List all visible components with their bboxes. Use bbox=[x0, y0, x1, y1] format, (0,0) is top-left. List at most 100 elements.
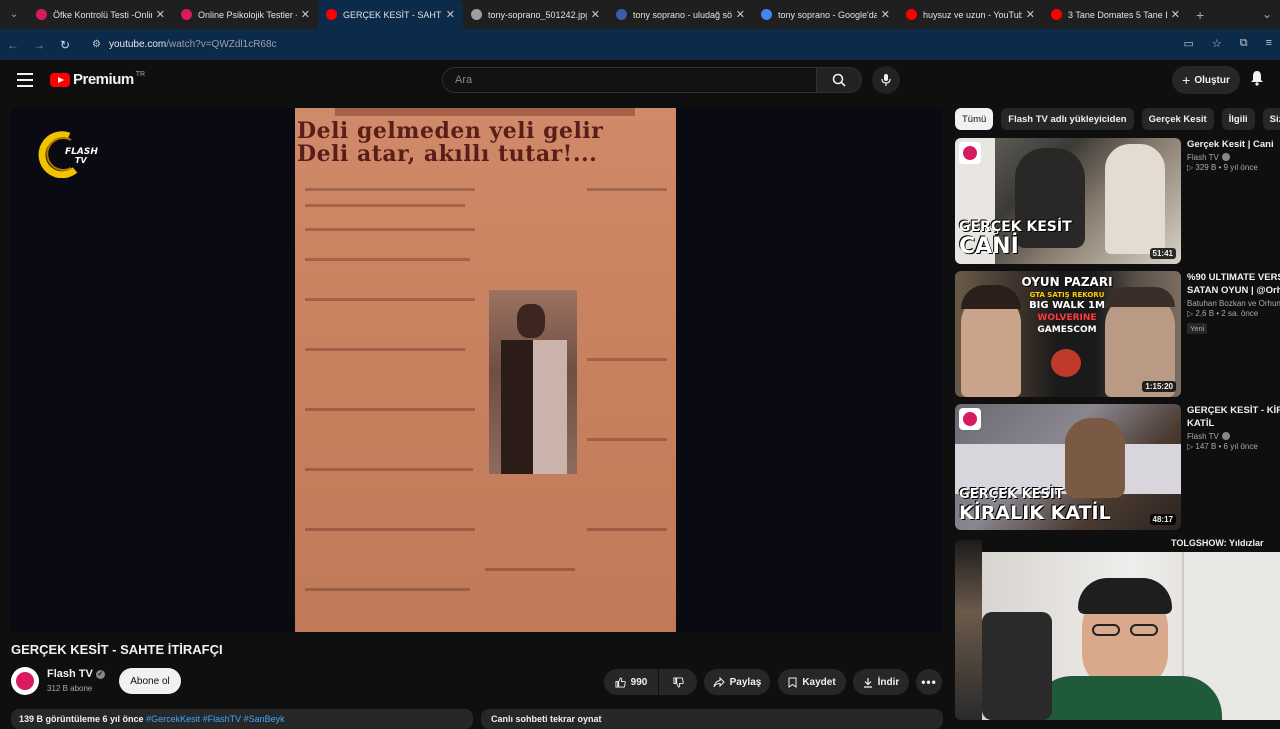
browser-tab[interactable]: Öfke Kontrolü Testi -Onlin ✕ bbox=[28, 0, 173, 29]
site-info-icon[interactable]: ⚙ bbox=[92, 39, 101, 50]
tab-close-icon[interactable]: ✕ bbox=[1171, 8, 1180, 21]
browser-tab[interactable]: huysuz ve uzun - YouTube ✕ bbox=[898, 0, 1043, 29]
newspaper-headline: Deli gelmeden yeli gelir Deli atar, akıll… bbox=[297, 120, 674, 166]
text-line bbox=[485, 568, 575, 571]
logo-word: Premium bbox=[73, 71, 134, 88]
channel-avatar[interactable] bbox=[11, 667, 39, 695]
recommendation-title[interactable]: GERÇEK KESİT - KİRALIK bbox=[1187, 404, 1280, 417]
newspaper-photo bbox=[489, 290, 577, 474]
tab-close-icon[interactable]: ✕ bbox=[881, 8, 890, 21]
filter-chip[interactable]: Flash TV adlı yükleyiciden bbox=[1001, 108, 1134, 130]
browser-tab[interactable]: tony soprano - Google'da ✕ bbox=[753, 0, 898, 29]
video-thumbnail[interactable]: OYUN PAZARI GTA SATIŞ REKORU BIG WALK 1M… bbox=[955, 271, 1181, 397]
browser-tab[interactable]: GERÇEK KESİT - SAHTE İTİ ✕ bbox=[318, 0, 463, 29]
thumbnail-text: WOLVERINE bbox=[1037, 313, 1097, 323]
browser-tab[interactable]: Online Psikolojik Testler - ✕ bbox=[173, 0, 318, 29]
newspaper-frame: Deli gelmeden yeli gelir Deli atar, akıll… bbox=[295, 108, 676, 632]
recommendation-meta[interactable]: Gerçek Kesit | Cani Flash TV ▷ 329 B • 9… bbox=[1187, 138, 1280, 172]
tab-close-icon[interactable]: ✕ bbox=[591, 8, 600, 21]
hashtags[interactable]: #GercekKesit #FlashTV #SanBeyk bbox=[146, 714, 285, 724]
filter-chip[interactable]: Tümü bbox=[955, 108, 994, 130]
forward-icon[interactable]: → bbox=[26, 38, 52, 52]
recommendation-item[interactable]: TOLGSHOW: Yıldızlar bbox=[955, 536, 1280, 552]
recommendation-title[interactable]: %90 ULTIMATE VERSİYON bbox=[1187, 271, 1280, 284]
voice-search-button[interactable] bbox=[872, 66, 900, 94]
channel-name[interactable]: Flash TV bbox=[47, 668, 93, 680]
tab-title: 3 Tane Domates 5 Tane B bbox=[1068, 9, 1167, 20]
youtube-premium-logo[interactable]: Premium TR bbox=[50, 71, 145, 88]
menu-icon[interactable]: ≡ bbox=[1266, 37, 1272, 50]
text-line bbox=[305, 258, 470, 261]
tab-close-icon[interactable]: ✕ bbox=[446, 8, 455, 21]
tab-close-icon[interactable]: ✕ bbox=[736, 8, 745, 21]
address-bar[interactable]: ⚙ youtube.com/watch?v=QWZdl1cR68c bbox=[84, 33, 1164, 56]
filter-chip[interactable]: Sizin için bbox=[1262, 108, 1280, 130]
search-input[interactable]: Ara bbox=[442, 67, 817, 93]
toolbar-actions: ▭ ☆ ⧉ ≡ bbox=[1183, 37, 1272, 50]
search-icon bbox=[832, 73, 846, 87]
thumbnail-text: GERÇEK KESİT bbox=[959, 219, 1072, 235]
text-line bbox=[305, 408, 475, 411]
channel-name-row[interactable]: Flash TV ✓ bbox=[47, 668, 105, 680]
recommendation-title-line2[interactable]: KATİL bbox=[1187, 417, 1280, 430]
tab-favicon-icon bbox=[1051, 9, 1062, 20]
channel-name[interactable]: Flash TV bbox=[1187, 153, 1219, 162]
tab-search-icon[interactable]: ⌄ bbox=[0, 9, 28, 20]
filter-chip[interactable]: Gerçek Kesit bbox=[1141, 108, 1214, 130]
chat-replay-button[interactable]: Canlı sohbeti tekrar oynat bbox=[481, 709, 943, 729]
recommendation-title-line2[interactable]: SATAN OYUN | @OrhunKayaalp ile Ba bbox=[1187, 284, 1280, 297]
install-app-icon[interactable]: ▭ bbox=[1183, 37, 1193, 50]
window-menu-icon[interactable]: ⌄ bbox=[1262, 7, 1272, 21]
views-meta: 139 B görüntüleme 6 yıl önce bbox=[19, 714, 144, 724]
more-actions-button[interactable]: ••• bbox=[916, 669, 942, 695]
share-icon bbox=[713, 676, 725, 687]
like-button[interactable]: 990 bbox=[604, 669, 658, 695]
tab-close-icon[interactable]: ✕ bbox=[1026, 8, 1035, 21]
filter-chip[interactable]: İlgili bbox=[1221, 108, 1255, 130]
text-line bbox=[305, 528, 475, 531]
notifications-bell-icon[interactable] bbox=[1250, 70, 1264, 91]
like-count: 990 bbox=[630, 676, 648, 688]
new-tab-button[interactable]: + bbox=[1196, 7, 1204, 23]
channel-name[interactable]: Flash TV bbox=[1187, 432, 1219, 441]
browser-tab[interactable]: tony-soprano_501242.jpg ✕ bbox=[463, 0, 608, 29]
recommendation-item[interactable]: OYUN PAZARI GTA SATIŞ REKORU BIG WALK 1M… bbox=[955, 271, 1280, 397]
recommendation-meta[interactable]: %90 ULTIMATE VERSİYON SATAN OYUN | @Orhu… bbox=[1187, 271, 1280, 336]
recommendation-title[interactable]: TOLGSHOW: Yıldızlar bbox=[1171, 538, 1264, 548]
tab-favicon-icon bbox=[181, 9, 192, 20]
browser-tab[interactable]: tony soprano - uludağ sö ✕ bbox=[608, 0, 753, 29]
description-box[interactable]: 139 B görüntüleme 6 yıl önce #GercekKesi… bbox=[11, 709, 473, 729]
newspaper-masthead bbox=[335, 108, 635, 116]
video-duration: 1:15:20 bbox=[1142, 381, 1176, 392]
share-button[interactable]: Paylaş bbox=[704, 669, 770, 695]
tab-close-icon[interactable]: ✕ bbox=[156, 8, 165, 21]
recommendation-stats: ▷ 147 B • 6 yıl önce bbox=[1187, 442, 1258, 451]
search-button[interactable] bbox=[816, 67, 862, 93]
bookmark-star-icon[interactable]: ☆ bbox=[1212, 37, 1222, 50]
recommendation-channel[interactable]: Batuhan Bozkan ve Orhun bbox=[1187, 299, 1280, 308]
create-button[interactable]: + Oluştur bbox=[1172, 66, 1240, 94]
reload-icon[interactable]: ↻ bbox=[52, 38, 78, 52]
browser-tab[interactable]: 3 Tane Domates 5 Tane B ✕ bbox=[1043, 0, 1188, 29]
save-button[interactable]: Kaydet bbox=[778, 669, 846, 695]
recommendation-title[interactable]: Gerçek Kesit | Cani bbox=[1187, 138, 1280, 151]
recommendation-meta[interactable]: GERÇEK KESİT - KİRALIK KATİL Flash TV ▷ … bbox=[1187, 404, 1280, 451]
video-thumbnail[interactable] bbox=[955, 540, 982, 720]
recommendation-item[interactable]: GERÇEK KESİT KİRALIK KATİL 48:17 GERÇEK … bbox=[955, 404, 1280, 530]
tab-close-icon[interactable]: ✕ bbox=[301, 8, 310, 21]
video-thumbnail[interactable]: GERÇEK KESİT CANİ 51:41 bbox=[955, 138, 1181, 264]
plus-icon: + bbox=[1182, 72, 1191, 88]
video-thumbnail[interactable]: GERÇEK KESİT KİRALIK KATİL 48:17 bbox=[955, 404, 1181, 530]
extensions-icon[interactable]: ⧉ bbox=[1240, 37, 1248, 50]
subscribe-button[interactable]: Abone ol bbox=[119, 668, 181, 694]
dislike-button[interactable] bbox=[659, 669, 697, 695]
tab-title: tony soprano - Google'da bbox=[778, 9, 877, 20]
recommendation-item[interactable]: GERÇEK KESİT CANİ 51:41 Gerçek Kesit | C… bbox=[955, 138, 1280, 264]
download-button[interactable]: İndir bbox=[853, 669, 909, 695]
tab-title: tony soprano - uludağ sö bbox=[633, 9, 732, 20]
microphone-icon bbox=[881, 74, 891, 86]
guide-menu-icon[interactable] bbox=[17, 73, 33, 87]
video-player[interactable]: FLASH TV Deli gelmeden yeli gelir Deli at… bbox=[11, 108, 943, 632]
back-icon[interactable]: ← bbox=[0, 38, 26, 52]
save-label: Kaydet bbox=[802, 676, 836, 688]
